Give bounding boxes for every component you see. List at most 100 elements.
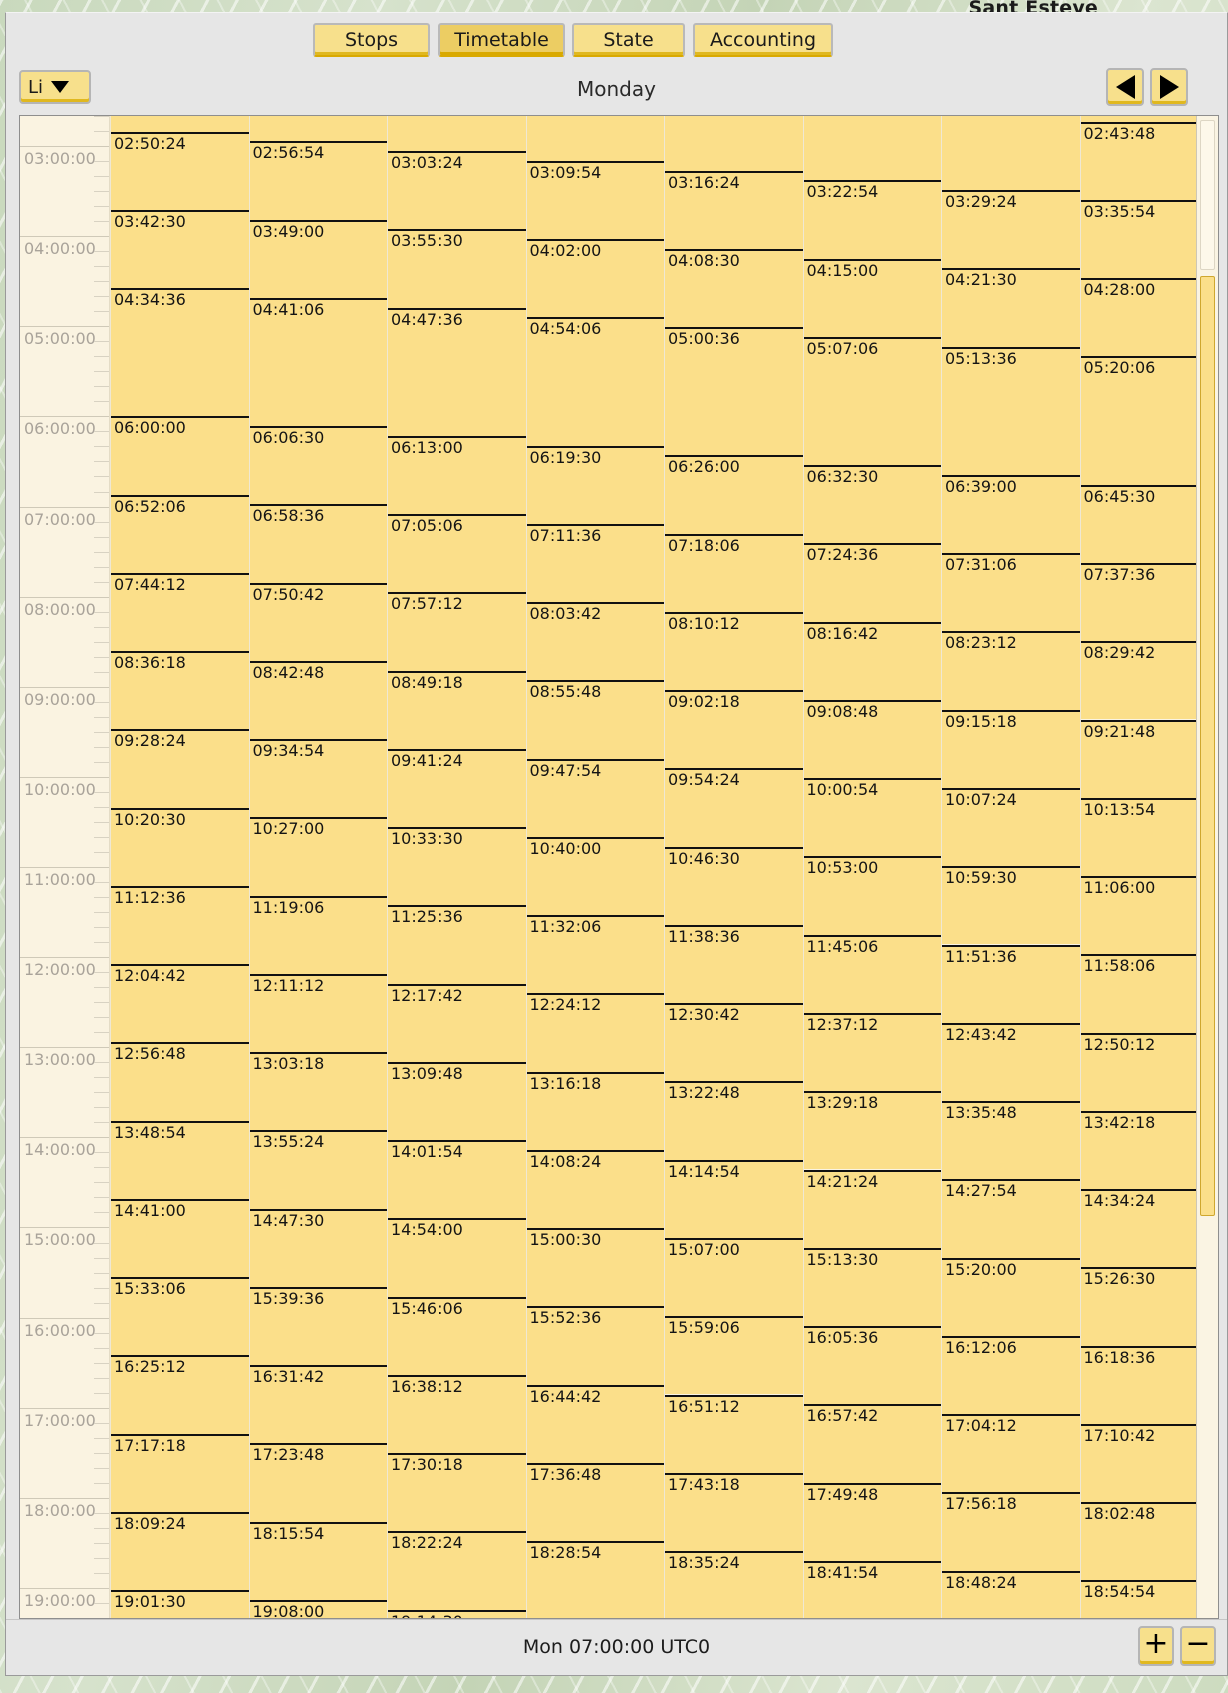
hour-gridline <box>20 867 109 868</box>
departure-time-label: 16:25:12 <box>114 1357 186 1377</box>
departure-time-label: 13:03:18 <box>252 1054 325 1074</box>
departure-time-label: 18:09:24 <box>114 1513 186 1533</box>
tab-bar: Stops Timetable State Accounting <box>6 13 1227 65</box>
minute-tick <box>94 882 109 884</box>
minute-tick <box>94 1077 109 1079</box>
trip-block[interactable] <box>526 116 664 161</box>
departure-time-label: 15:59:06 <box>668 1318 740 1338</box>
departure-time-label: 14:01:54 <box>391 1142 463 1162</box>
scrollbar-thumb[interactable] <box>1200 276 1215 1216</box>
minute-tick <box>94 356 109 358</box>
tab-timetable[interactable]: Timetable <box>438 23 565 57</box>
hour-gridline <box>20 236 109 238</box>
minute-tick <box>94 1512 109 1514</box>
minute-tick <box>94 1242 109 1244</box>
trip-block[interactable] <box>803 116 941 181</box>
vehicle-columns[interactable]: 02:50:24 03:42:30 04:34:36 06:00:00 06:52:06… <box>110 116 1218 1618</box>
minute-tick <box>94 1272 109 1274</box>
minute-tick <box>94 581 109 583</box>
tab-state[interactable]: State <box>572 23 685 57</box>
departure-time-label: 18:02:48 <box>1083 1504 1156 1524</box>
departure-time-label: 11:32:06 <box>529 917 602 937</box>
departure-time-label: 12:17:42 <box>391 985 463 1005</box>
departure-time-label: 17:49:48 <box>806 1484 879 1504</box>
day-title: Monday <box>577 77 656 101</box>
vehicle-column[interactable]: 03:29:24 04:21:30 05:13:36 06:39:00 07:31:06… <box>941 116 1080 1618</box>
minute-tick <box>94 806 109 808</box>
minute-tick <box>94 221 109 223</box>
departure-time-label: 12:11:12 <box>252 975 325 995</box>
tab-stops[interactable]: Stops <box>313 23 430 57</box>
vehicle-column[interactable]: 03:16:24 04:08:30 05:00:36 06:26:00 07:18:06… <box>664 116 803 1618</box>
minute-tick <box>94 161 109 163</box>
vertical-scrollbar[interactable] <box>1196 116 1218 1618</box>
hour-label: 10:00:00 <box>24 779 96 799</box>
departure-time-label: 09:08:48 <box>806 701 879 721</box>
minute-tick <box>94 851 109 853</box>
departure-time-label: 15:39:36 <box>252 1288 325 1308</box>
hour-label: 04:00:00 <box>24 239 96 259</box>
departure-time-label: 06:06:30 <box>252 428 325 448</box>
departure-time-label: 07:18:06 <box>668 535 740 555</box>
trip-block[interactable] <box>665 116 803 171</box>
trip-block[interactable] <box>388 116 526 152</box>
timetable-grid[interactable]: 03:00:00 04:00:00 05:00:00 06:00:00 07:00:00… <box>19 115 1219 1619</box>
departure-time-label: 13:42:18 <box>1083 1112 1156 1132</box>
departure-time-label: 11:19:06 <box>252 897 325 917</box>
trip-block[interactable] <box>942 116 1080 191</box>
departure-time-label: 18:35:24 <box>668 1553 740 1572</box>
vehicle-column[interactable]: 02:56:54 03:49:00 04:41:06 06:06:30 06:58:36… <box>248 116 387 1618</box>
previous-day-button[interactable] <box>1106 68 1144 106</box>
departure-time-label: 03:42:30 <box>114 211 186 231</box>
tab-accounting[interactable]: Accounting <box>693 23 833 57</box>
hour-label: 15:00:00 <box>24 1230 96 1250</box>
trip-block[interactable] <box>111 116 249 132</box>
minute-tick <box>94 386 109 388</box>
trip-block[interactable] <box>249 116 387 142</box>
minute-tick <box>94 281 109 283</box>
departure-time-label: 07:37:36 <box>1083 564 1156 584</box>
departure-time-label: 08:23:12 <box>945 633 1017 653</box>
zoom-in-button[interactable]: + <box>1138 1626 1174 1666</box>
minute-tick <box>94 1122 109 1124</box>
minute-tick <box>94 1287 109 1289</box>
scrollbar-track[interactable] <box>1200 120 1215 270</box>
departure-time-label: 04:21:30 <box>945 270 1017 290</box>
minute-tick <box>94 1152 109 1154</box>
minute-tick <box>94 716 109 718</box>
hour-label: 08:00:00 <box>24 599 96 619</box>
minute-tick <box>94 641 109 643</box>
zoom-out-button[interactable]: − <box>1180 1626 1216 1666</box>
minute-tick <box>94 1212 109 1214</box>
departure-time-label: 10:27:00 <box>252 819 325 839</box>
departure-time-label: 07:31:06 <box>945 555 1017 575</box>
vehicle-column[interactable]: 03:22:54 04:15:00 05:07:06 06:32:30 07:24:36… <box>802 116 941 1618</box>
minute-tick <box>94 191 109 193</box>
hour-gridline <box>20 146 109 148</box>
departure-time-label: 04:02:00 <box>529 241 602 261</box>
minute-tick <box>94 311 109 313</box>
minute-tick <box>94 401 109 403</box>
hour-label: 06:00:00 <box>24 419 96 439</box>
departure-time-label: 14:41:00 <box>114 1200 186 1220</box>
minute-tick <box>94 341 109 343</box>
departure-time-label: 08:42:48 <box>252 662 325 682</box>
departure-time-label: 08:16:42 <box>806 623 879 643</box>
vehicle-column[interactable]: 03:09:54 04:02:00 04:54:06 06:19:30 07:11:36… <box>525 116 664 1618</box>
departure-time-label: 10:33:30 <box>391 829 463 849</box>
minute-tick <box>94 1002 109 1004</box>
departure-time-label: 02:50:24 <box>114 133 186 153</box>
departure-time-label: 08:10:12 <box>668 613 740 633</box>
hour-label: 17:00:00 <box>24 1410 96 1430</box>
departure-time-label: 11:38:36 <box>668 926 740 946</box>
vehicle-column[interactable]: 03:03:24 03:55:30 04:47:36 06:13:00 07:05:06… <box>387 116 526 1618</box>
hour-label: 07:00:00 <box>24 509 96 529</box>
departure-time-label: 13:55:24 <box>252 1132 325 1152</box>
vehicle-column[interactable]: 02:50:24 03:42:30 04:34:36 06:00:00 06:52:06… <box>110 116 249 1618</box>
departure-time-label: 04:08:30 <box>668 250 740 270</box>
departure-time-label: 15:46:06 <box>391 1298 463 1318</box>
next-day-button[interactable] <box>1150 68 1188 106</box>
departure-time-label: 17:43:18 <box>668 1474 740 1494</box>
departure-time-label: 03:35:54 <box>1083 201 1156 221</box>
departure-time-label: 14:21:24 <box>806 1171 879 1191</box>
